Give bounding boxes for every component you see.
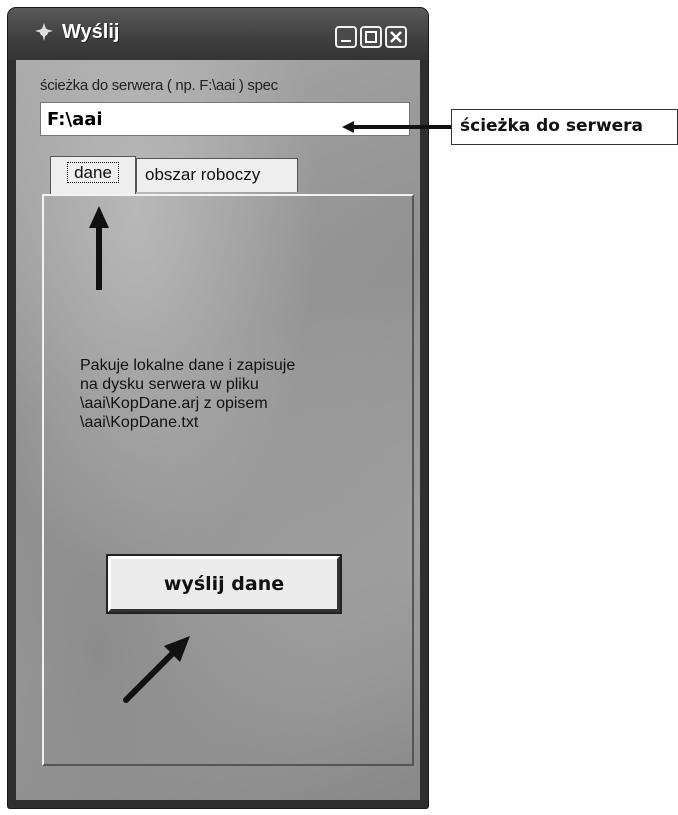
minimize-button[interactable] bbox=[335, 26, 357, 48]
description-line: \aai\KopDane.txt bbox=[80, 414, 199, 431]
window-title: Wyślij bbox=[62, 21, 120, 43]
description-line: \aai\KopDane.arj z opisem bbox=[80, 395, 268, 412]
tab-dane[interactable]: dane bbox=[50, 156, 136, 194]
screenshot-stage: Wyślij ścieżka do serwera ( np. F:\aai )… bbox=[0, 0, 678, 815]
close-button[interactable] bbox=[385, 26, 407, 48]
description-line: na dysku serwera w pliku bbox=[80, 376, 259, 393]
maximize-icon bbox=[365, 31, 377, 43]
maximize-button[interactable] bbox=[360, 26, 382, 48]
send-data-button[interactable]: wyślij dane bbox=[106, 554, 342, 614]
tab-panel-dane: Pakuje lokalne dane i zapisuje na dysku … bbox=[42, 194, 414, 766]
minimize-icon bbox=[341, 40, 351, 42]
app-icon bbox=[35, 23, 53, 41]
close-icon bbox=[390, 31, 402, 43]
description-line: Pakuje lokalne dane i zapisuje bbox=[80, 357, 296, 374]
up-arrow-icon bbox=[89, 206, 109, 290]
server-path-label: ścieżka do serwera ( np. F:\aai ) spec bbox=[40, 77, 278, 94]
description-text: Pakuje lokalne dane i zapisuje na dysku … bbox=[80, 356, 380, 432]
diagonal-arrow-icon bbox=[123, 636, 190, 703]
window-client-area: ścieżka do serwera ( np. F:\aai ) spec d… bbox=[16, 60, 420, 800]
tab-obszar-roboczy[interactable]: obszar roboczy bbox=[136, 158, 298, 192]
tab-label: obszar roboczy bbox=[145, 165, 261, 184]
callout-arrow-icon bbox=[342, 121, 451, 133]
title-bar[interactable]: Wyślij bbox=[8, 8, 428, 60]
tab-label: dane bbox=[67, 162, 119, 183]
callout-label: ścieżka do serwera bbox=[451, 109, 678, 145]
